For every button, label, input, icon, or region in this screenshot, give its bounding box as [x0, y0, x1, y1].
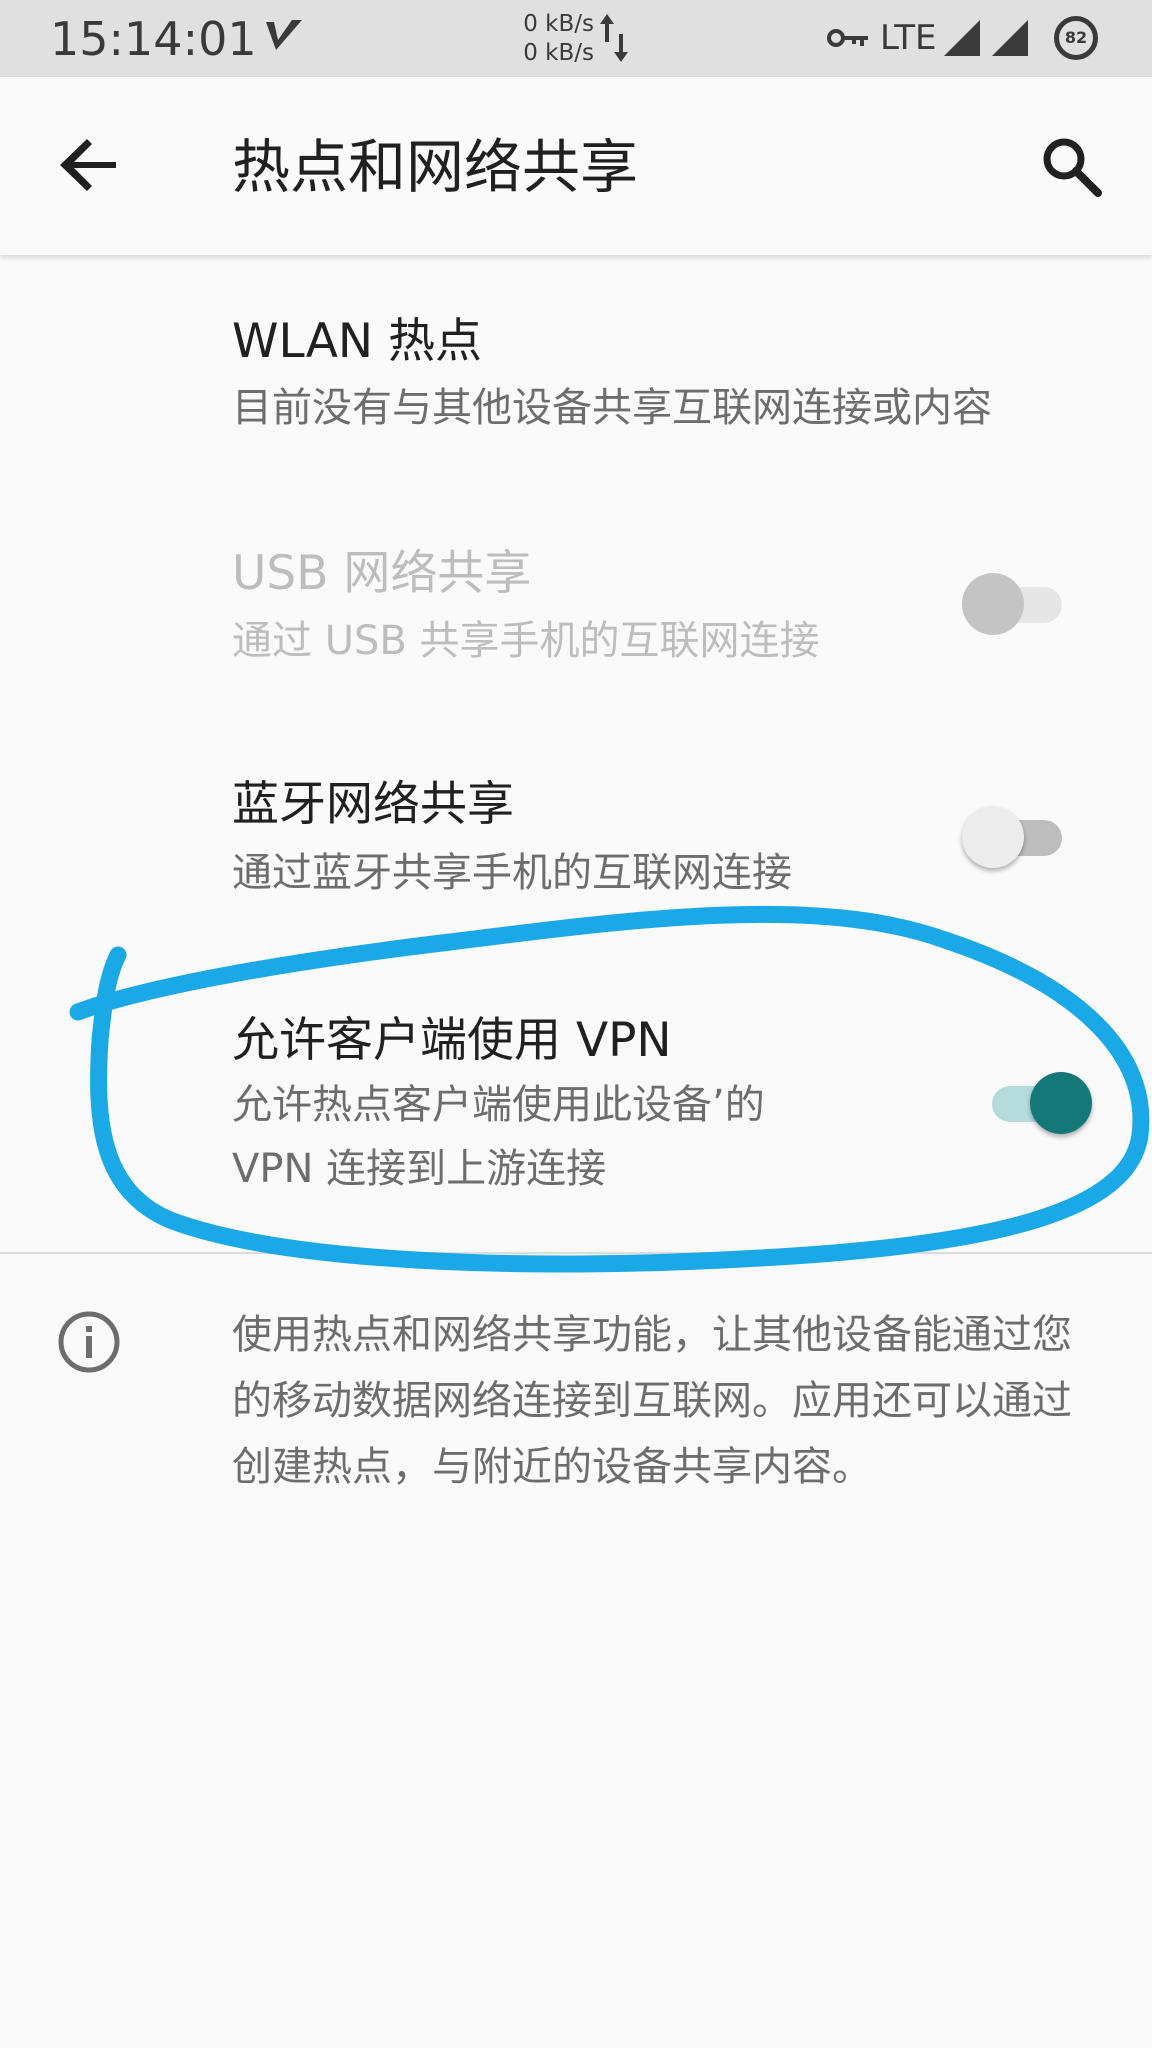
- vpn-for-clients-summary-line2: VPN 连接到上游连接: [232, 1146, 607, 1192]
- vpn-for-clients-title: 允许客户端使用 VPN: [232, 1013, 672, 1068]
- divider: [0, 1252, 1152, 1254]
- data-transfer-icon: [600, 14, 628, 62]
- info-icon: [58, 1311, 120, 1373]
- usb-tethering-summary: 通过 USB 共享手机的互联网连接: [232, 618, 820, 664]
- status-bar: 15:14:01 0 kB/s 0 kB/s LTE 82: [0, 0, 1152, 77]
- usb-tethering-switch: [962, 569, 1072, 639]
- vpn-key-icon: [827, 29, 868, 47]
- wlan-hotspot-title: WLAN 热点: [232, 314, 482, 369]
- net-download-speed: 0 kB/s: [523, 40, 594, 66]
- vpn-for-clients-summary-line1: 允许热点客户端使用此设备’的: [232, 1082, 765, 1128]
- bluetooth-tethering-summary: 通过蓝牙共享手机的互联网连接: [232, 850, 792, 896]
- check-notification-icon: [266, 20, 302, 50]
- switch-thumb: [962, 573, 1024, 635]
- switch-thumb: [962, 806, 1024, 868]
- search-icon[interactable]: [1032, 127, 1112, 207]
- bluetooth-tethering-switch[interactable]: [962, 802, 1072, 872]
- signal-strength-icon: [992, 20, 1028, 56]
- back-arrow-icon[interactable]: [50, 125, 130, 205]
- vpn-for-clients-switch[interactable]: [982, 1068, 1092, 1138]
- net-upload-speed: 0 kB/s: [523, 11, 594, 37]
- footer-description: 使用热点和网络共享功能，让其他设备能通过您的移动数据网络连接到互联网。应用还可以…: [232, 1312, 1072, 1490]
- wlan-hotspot-summary: 目前没有与其他设备共享互联网连接或内容: [232, 385, 992, 431]
- app-bar: 热点和网络共享: [0, 77, 1152, 255]
- battery-icon: 82: [1054, 16, 1098, 60]
- signal-strength-icon: [944, 20, 980, 56]
- switch-thumb: [1030, 1072, 1092, 1134]
- usb-tethering-title: USB 网络共享: [232, 546, 532, 601]
- battery-level: 82: [1064, 28, 1088, 47]
- page-title: 热点和网络共享: [232, 133, 639, 201]
- status-time: 15:14:01: [50, 12, 257, 66]
- bluetooth-tethering-title: 蓝牙网络共享: [232, 777, 514, 832]
- network-type: LTE: [880, 18, 937, 58]
- network-speed: 0 kB/s 0 kB/s: [516, 10, 594, 68]
